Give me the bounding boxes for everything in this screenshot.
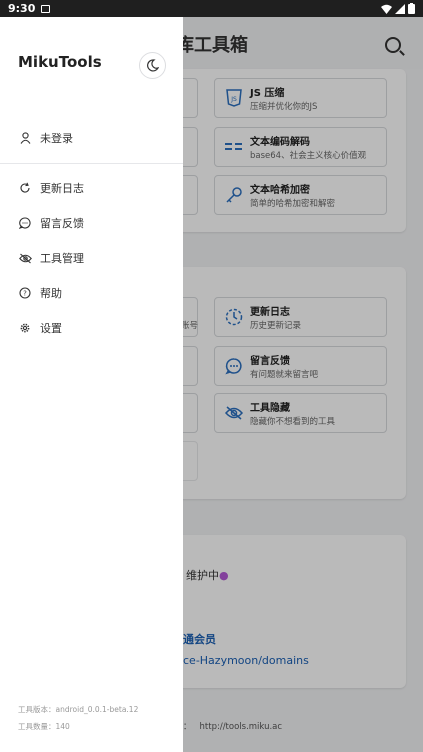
drawer-item-help[interactable]: ? 帮助 (0, 278, 183, 308)
user-icon (18, 131, 32, 145)
drawer-item-settings[interactable]: 设置 (0, 313, 183, 343)
tool-version: 工具版本：android_0.0.1-beta.12 (18, 705, 139, 714)
status-icons (381, 3, 415, 14)
drawer-item-label: 帮助 (40, 287, 62, 300)
battery-icon (408, 3, 415, 14)
status-time: 9:30 (8, 2, 36, 15)
help-icon: ? (18, 286, 32, 300)
drawer-title: MikuTools (18, 53, 102, 71)
drawer-divider (0, 163, 183, 164)
notification-icon (41, 4, 51, 13)
login-label: 未登录 (40, 132, 73, 145)
refresh-icon (18, 181, 32, 195)
navigation-drawer: MikuTools 未登录 更新日志 留言反馈 工具管理 ? 帮助 设置 工具版… (0, 17, 183, 752)
chat-icon (18, 216, 32, 230)
login-item[interactable]: 未登录 (0, 123, 183, 153)
theme-toggle-button[interactable] (139, 52, 166, 79)
gear-icon (18, 321, 32, 335)
svg-text:?: ? (23, 290, 27, 298)
drawer-item-label: 留言反馈 (40, 217, 84, 230)
wifi-icon (381, 4, 392, 14)
drawer-item-tool-manage[interactable]: 工具管理 (0, 243, 183, 273)
eye-off-icon (18, 251, 32, 265)
drawer-item-label: 工具管理 (40, 252, 84, 265)
signal-icon (395, 3, 405, 14)
drawer-item-label: 更新日志 (40, 182, 84, 195)
drawer-item-label: 设置 (40, 322, 62, 335)
tool-count: 工具数量：140 (18, 722, 70, 731)
drawer-item-changelog[interactable]: 更新日志 (0, 173, 183, 203)
status-bar: 9:30 (0, 0, 423, 17)
drawer-item-feedback[interactable]: 留言反馈 (0, 208, 183, 238)
moon-icon (147, 59, 159, 72)
